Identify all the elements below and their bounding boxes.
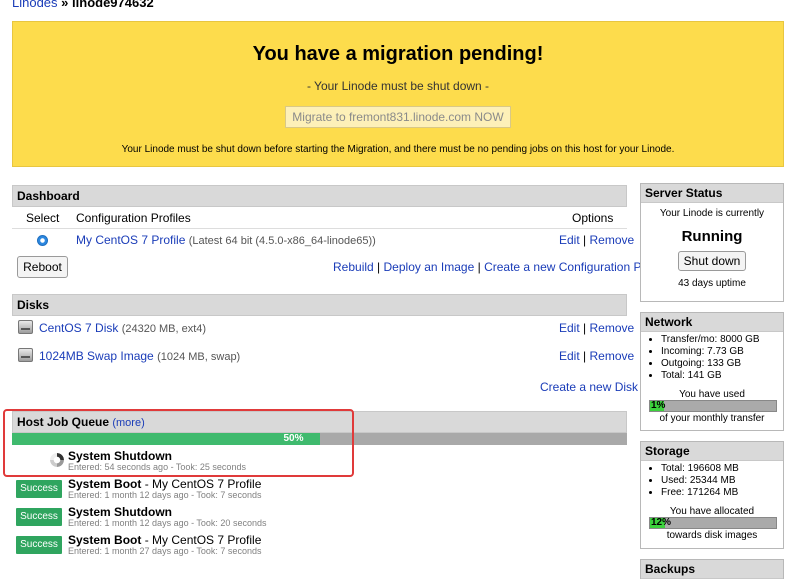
job-title-main: System Shutdown	[68, 505, 173, 519]
disk-detail: (1024 MB, swap)	[157, 351, 241, 363]
disk-icon	[18, 348, 33, 362]
transfer-meter: 1%	[649, 400, 777, 412]
storage-stat: Free: 171264 MB	[661, 487, 783, 499]
storage-header: Storage	[641, 442, 783, 461]
network-stat: Transfer/mo: 8000 GB	[661, 334, 783, 346]
disk-options: Edit | Remove	[559, 321, 634, 335]
disk-options: Edit | Remove	[559, 349, 634, 363]
job-title: System Boot - My CentOS 7 Profile	[68, 533, 261, 547]
disk-remove-link[interactable]: Remove	[590, 349, 635, 363]
server-state: Running	[681, 228, 743, 245]
network-stat: Outgoing: 133 GB	[661, 358, 783, 370]
server-status-header: Server Status	[641, 184, 783, 203]
actions-separator: |	[377, 260, 381, 274]
dashboard-actions: Rebuild | Deploy an Image | Create a new…	[333, 260, 668, 274]
network-used-label: You have used	[679, 389, 745, 400]
breadcrumb: Linodes » linode974632	[12, 0, 154, 10]
dashboard-header: Dashboard	[12, 185, 627, 207]
options-separator: |	[583, 233, 587, 247]
migration-banner: You have a migration pending! - Your Lin…	[12, 21, 784, 167]
reboot-button[interactable]: Reboot	[17, 256, 68, 278]
job-meta: Entered: 1 month 27 days ago - Took: 7 s…	[68, 546, 262, 556]
network-panel: Network Transfer/mo: 8000 GB Incoming: 7…	[640, 312, 784, 431]
network-stat: Incoming: 7.73 GB	[661, 346, 783, 358]
server-status-line: Your Linode is currently	[659, 208, 765, 219]
profiles-column-header: Configuration Profiles	[76, 211, 191, 225]
disk-row: 1024MB Swap Image (1024 MB, swap)	[39, 349, 240, 363]
uptime-text: 43 days uptime	[678, 278, 746, 289]
network-stat: Total: 141 GB	[661, 370, 783, 382]
storage-footer: towards disk images	[666, 530, 758, 541]
profile-options: Edit | Remove	[559, 233, 634, 247]
disk-link[interactable]: CentOS 7 Disk	[39, 321, 118, 335]
network-header: Network	[641, 313, 783, 332]
breadcrumb-linodes-link[interactable]: Linodes	[12, 0, 58, 10]
migration-title: You have a migration pending!	[252, 43, 544, 65]
storage-stat: Used: 25344 MB	[661, 475, 783, 487]
options-separator: |	[583, 349, 587, 363]
migration-note: Your Linode must be shut down before sta…	[121, 144, 675, 155]
disk-icon	[18, 320, 33, 334]
rebuild-link[interactable]: Rebuild	[333, 260, 374, 274]
select-column-header: Select	[26, 211, 60, 225]
disks-header: Disks	[12, 294, 627, 316]
annotation-highlight-box	[3, 409, 354, 477]
backups-panel: Backups	[640, 559, 784, 579]
server-status-panel: Server Status Your Linode is currently R…	[640, 183, 784, 302]
profile-radio[interactable]	[37, 235, 48, 246]
job-meta: Entered: 1 month 12 days ago - Took: 7 s…	[68, 490, 262, 500]
profile-edit-link[interactable]: Edit	[559, 233, 580, 247]
create-disk-link[interactable]: Create a new Disk	[540, 380, 638, 394]
options-column-header: Options	[572, 211, 614, 225]
migration-subtitle: - Your Linode must be shut down -	[306, 79, 490, 93]
migrate-now-button[interactable]: Migrate to fremont831.linode.com NOW	[285, 106, 511, 128]
storage-meter: 12%	[649, 517, 777, 529]
breadcrumb-current: linode974632	[72, 0, 154, 10]
options-separator: |	[583, 321, 587, 335]
job-title-main: System Boot	[68, 533, 142, 547]
disk-remove-link[interactable]: Remove	[590, 321, 635, 335]
storage-panel: Storage Total: 196608 MB Used: 25344 MB …	[640, 441, 784, 549]
status-badge: Success	[16, 508, 62, 526]
storage-stats-list: Total: 196608 MB Used: 25344 MB Free: 17…	[641, 463, 783, 499]
status-badge: Success	[16, 536, 62, 554]
actions-separator: |	[477, 260, 481, 274]
network-footer: of your monthly transfer	[659, 413, 765, 424]
shut-down-button[interactable]: Shut down	[677, 251, 747, 271]
status-badge: Success	[16, 480, 62, 498]
profile-remove-link[interactable]: Remove	[590, 233, 635, 247]
job-title: System Shutdown	[68, 505, 172, 519]
transfer-meter-fill: 1%	[650, 400, 666, 411]
disk-row: CentOS 7 Disk (24320 MB, ext4)	[39, 321, 206, 335]
storage-stat: Total: 196608 MB	[661, 463, 783, 475]
disk-link[interactable]: 1024MB Swap Image	[39, 349, 154, 363]
storage-alloc-label: You have allocated	[669, 506, 755, 517]
network-stats-list: Transfer/mo: 8000 GB Incoming: 7.73 GB O…	[641, 334, 783, 382]
disk-edit-link[interactable]: Edit	[559, 321, 580, 335]
breadcrumb-separator: »	[61, 0, 69, 10]
divider	[12, 228, 627, 229]
deploy-image-link[interactable]: Deploy an Image	[384, 260, 475, 274]
backups-header: Backups	[641, 560, 783, 579]
job-title-main: System Boot	[68, 477, 142, 491]
profile-detail: (Latest 64 bit (4.5.0-x86_64-linode65))	[188, 235, 376, 247]
job-title: System Boot - My CentOS 7 Profile	[68, 477, 261, 491]
disk-edit-link[interactable]: Edit	[559, 349, 580, 363]
storage-meter-fill: 12%	[650, 517, 672, 528]
disk-detail: (24320 MB, ext4)	[121, 323, 207, 335]
profile-row: My CentOS 7 Profile (Latest 64 bit (4.5.…	[76, 233, 376, 247]
profile-link[interactable]: My CentOS 7 Profile	[76, 233, 185, 247]
job-meta: Entered: 1 month 12 days ago - Took: 20 …	[68, 518, 267, 528]
job-title-suffix: - My CentOS 7 Profile	[141, 533, 262, 547]
job-title-suffix: - My CentOS 7 Profile	[141, 477, 262, 491]
